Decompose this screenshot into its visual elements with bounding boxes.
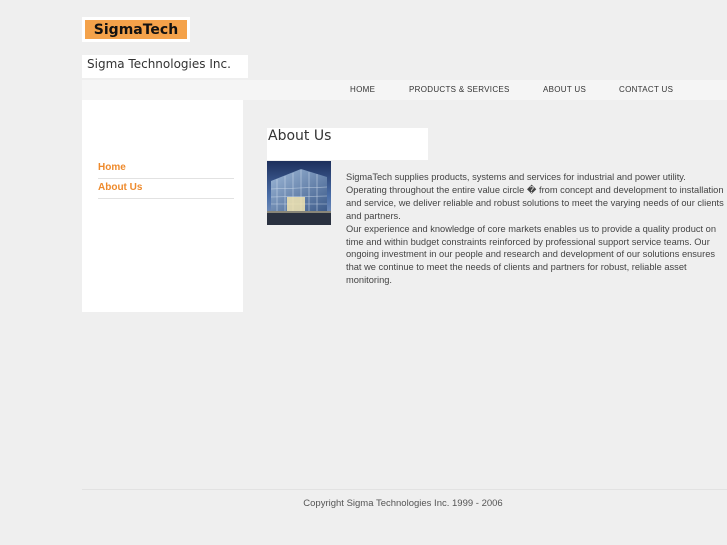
sidebar-link-home[interactable]: Home [98,158,234,179]
logo[interactable]: SigmaTech [82,17,190,42]
nav-home[interactable]: HOME [350,85,375,94]
logo-text: SigmaTech [93,21,179,38]
sidebar-link-label: Home [98,162,126,173]
page-title-box: About Us [267,128,428,160]
building-image-icon [267,161,331,225]
copyright: Copyright Sigma Technologies Inc. 1999 -… [303,498,503,509]
page-title: About Us [268,128,332,144]
sidebar-link-label: About Us [98,182,143,193]
company-name: Sigma Technologies Inc. [87,57,231,71]
page: SigmaTech Sigma Technologies Inc. HOME P… [0,0,727,545]
logo-badge: SigmaTech [85,20,187,39]
building-photo [267,161,331,225]
about-paragraph: Our experience and knowledge of core mar… [346,223,717,286]
footer-divider [82,489,727,490]
company-banner: Sigma Technologies Inc. [82,55,248,78]
top-nav: HOME PRODUCTS & SERVICES ABOUT US CONTAC… [82,80,727,100]
nav-contact-us[interactable]: CONTACT US [619,85,673,94]
nav-about-us[interactable]: ABOUT US [543,85,586,94]
sidebar: Home About Us [82,100,243,312]
sidebar-link-about-us[interactable]: About Us [98,178,234,199]
nav-products-services[interactable]: PRODUCTS & SERVICES [409,85,510,94]
about-paragraph: SigmaTech supplies products, systems and… [346,172,724,221]
about-body: SigmaTech supplies products, systems and… [346,171,727,287]
